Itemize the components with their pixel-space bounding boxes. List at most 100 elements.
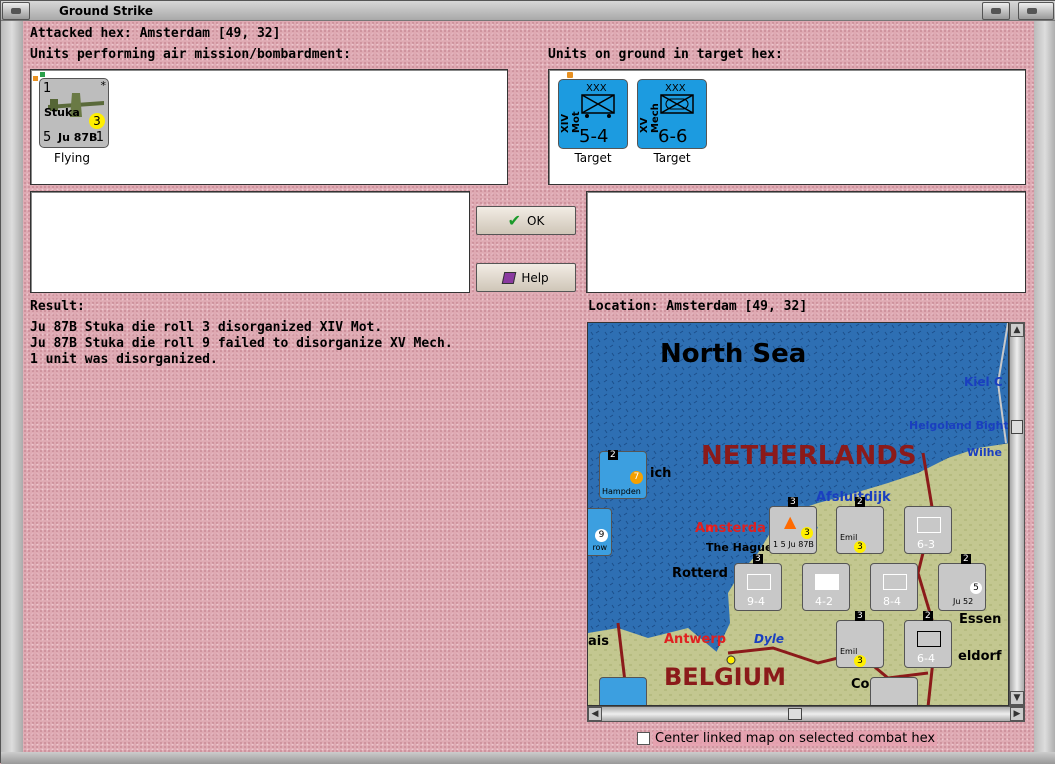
unit-badge: 3 xyxy=(801,527,813,539)
center-map-checkbox[interactable] xyxy=(637,732,650,745)
map-counter-bf109-b[interactable]: 3 Emil 3 xyxy=(836,611,884,668)
counter-attack: 5 xyxy=(43,130,52,145)
map-label-amsterdam: Amsterda xyxy=(695,521,766,536)
map-counter-stuka[interactable]: 3 1 5 Ju 87B 3 ▲ xyxy=(769,497,817,554)
counter-defense: 1 xyxy=(95,130,104,145)
help-book-icon xyxy=(502,271,517,284)
ground-units-label: Units on ground in target hex: xyxy=(548,47,783,62)
unit-badge: 5 xyxy=(970,582,982,594)
infantry-icon xyxy=(747,574,771,590)
map-counter-infantry-d[interactable]: 8-4 xyxy=(870,563,918,611)
unit-strength: 8-4 xyxy=(883,595,901,608)
stack-count: 3 xyxy=(855,611,865,621)
mechanized-infantry-icon xyxy=(581,94,615,118)
help-label: Help xyxy=(521,270,549,285)
attacked-hex-label: Attacked hex: Amsterdam [49, 32] xyxy=(30,26,281,41)
unit-name: Hampden xyxy=(602,487,641,496)
result-label: Result: xyxy=(30,299,85,314)
location-label: Location: Amsterdam [49, 32] xyxy=(588,299,808,314)
air-units-list: 1 * Stuka 3 5 Ju 87B 1 Flying xyxy=(30,69,508,185)
ok-label: OK xyxy=(527,213,545,228)
unit-badge: 3 xyxy=(854,541,866,553)
map-counter-allied-infantry[interactable] xyxy=(599,677,647,705)
stack-count: 3 xyxy=(788,497,798,507)
infantry-icon xyxy=(917,517,941,533)
title-bar[interactable]: Ground Strike xyxy=(1,1,1055,21)
result-text: Ju 87B Stuka die roll 3 disorganized XIV… xyxy=(30,320,453,368)
map-label-wilhelmshaven: Wilhe xyxy=(967,446,1002,459)
scroll-up-icon[interactable]: ▲ xyxy=(1010,323,1024,337)
map-counter-sparrow[interactable]: 9 row xyxy=(588,508,612,556)
infantry-icon xyxy=(883,574,907,590)
ground-unit-counter-1[interactable]: XIV Mot XXX 5-4 xyxy=(558,79,628,149)
map-counter-infantry-e[interactable]: 2 6-4 xyxy=(904,611,952,668)
unit-name: Emil xyxy=(840,533,858,542)
linked-map[interactable]: North Sea NETHERLANDS BELGIUM Amsterda T… xyxy=(587,322,1009,706)
ground-unit-status-1: Target xyxy=(574,151,612,165)
map-counter-bf109[interactable]: 2 Emil 3 xyxy=(836,497,884,554)
infantry-icon xyxy=(917,631,941,647)
ground-unit-counter-2[interactable]: XV Mech XXX 6-6 xyxy=(637,79,707,149)
map-counter-infantry-a[interactable]: 6-3 xyxy=(904,506,952,554)
minimize-button[interactable] xyxy=(982,2,1010,20)
map-label-netherlands: NETHERLANDS xyxy=(701,441,917,471)
air-units-label: Units performing air mission/bombardment… xyxy=(30,47,351,62)
scroll-left-icon[interactable]: ◀ xyxy=(588,707,602,721)
map-label-rotterdam: Rotterd xyxy=(672,566,728,581)
unit-name: Emil xyxy=(840,647,858,656)
unit-model: Ju 87B xyxy=(58,131,98,144)
bottom-frame xyxy=(1,752,1055,764)
ground-unit-status-2: Target xyxy=(653,151,691,165)
unit-strength: 5-4 xyxy=(579,126,609,147)
ground-detail-panel xyxy=(586,191,1026,293)
ok-button[interactable]: ✔ OK xyxy=(476,206,576,235)
dialog-window: Ground Strike Attacked hex: Amsterdam [4… xyxy=(0,0,1055,764)
center-map-label[interactable]: Center linked map on selected combat hex xyxy=(653,731,938,746)
map-label-cologne: Co xyxy=(851,677,870,692)
map-label-north-sea: North Sea xyxy=(660,339,807,369)
map-counter-stack[interactable] xyxy=(870,677,918,705)
unit-values: 1 5 Ju 87B xyxy=(773,540,814,549)
fire-icon: ▲ xyxy=(784,512,797,531)
help-button[interactable]: Help xyxy=(476,263,576,292)
map-label-the-hague: The Hague xyxy=(706,541,773,554)
unit-size: XXX xyxy=(665,83,686,94)
map-label-norwich: ich xyxy=(650,466,672,481)
map-label-essen: Essen xyxy=(959,612,1002,627)
air-detail-panel xyxy=(30,191,470,293)
stack-count: 2 xyxy=(961,554,971,564)
system-menu-button[interactable] xyxy=(2,2,30,20)
map-counter-infantry-b[interactable]: 3 9-4 xyxy=(734,554,782,611)
map-counter-ju52[interactable]: 2 Ju 52 5 xyxy=(938,554,986,611)
map-label-kiel: Kiel C xyxy=(964,375,1003,389)
map-vertical-scrollbar[interactable]: ▲ ▼ xyxy=(1009,322,1025,706)
result-line: Ju 87B Stuka die roll 9 failed to disorg… xyxy=(30,336,453,351)
map-counter-hampden[interactable]: 2 Hampden 7 xyxy=(599,450,647,499)
map-label-dusseldorf: eldorf xyxy=(958,649,1002,664)
map-counter-infantry-c[interactable]: 4-2 xyxy=(802,563,850,611)
scroll-right-icon[interactable]: ▶ xyxy=(1010,707,1024,721)
vertical-scroll-thumb[interactable] xyxy=(1011,420,1023,434)
unit-strength: 6-3 xyxy=(917,538,935,551)
stack-count: 3 xyxy=(753,554,763,564)
status-marker xyxy=(567,72,573,78)
map-label-belgium: BELGIUM xyxy=(664,663,786,691)
map-label-helgoland: Helgoland Bight xyxy=(909,419,1009,432)
left-frame xyxy=(1,21,23,752)
right-frame xyxy=(1034,21,1055,752)
unit-name: row xyxy=(592,543,607,552)
unit-badge: 9 xyxy=(595,529,608,542)
map-label-calais: ais xyxy=(588,634,609,649)
maximize-button[interactable] xyxy=(1018,2,1054,20)
stack-count: 2 xyxy=(855,497,865,507)
unit-strength: 6-6 xyxy=(658,126,688,147)
scroll-down-icon[interactable]: ▼ xyxy=(1010,691,1024,705)
map-label-afsluitdijk: Afsluitdijk xyxy=(816,490,891,505)
air-unit-counter[interactable]: 1 * Stuka 3 5 Ju 87B 1 xyxy=(39,78,109,148)
map-horizontal-scrollbar[interactable]: ◀ ▶ xyxy=(587,706,1025,722)
armored-infantry-icon xyxy=(660,94,694,114)
unit-badge: 3 xyxy=(89,113,105,129)
window-title: Ground Strike xyxy=(59,4,154,18)
horizontal-scroll-thumb[interactable] xyxy=(788,708,802,720)
status-marker xyxy=(40,72,45,77)
